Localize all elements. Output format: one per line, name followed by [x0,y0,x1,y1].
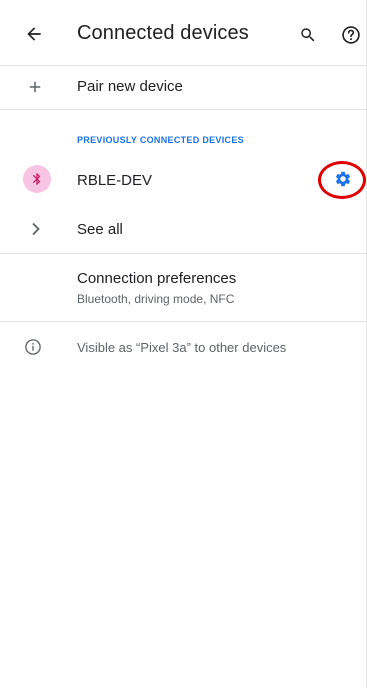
arrow-back-icon[interactable] [24,24,44,44]
info-icon [25,339,41,355]
connection-preferences-title: Connection preferences [77,270,237,287]
pair-new-device-label: Pair new device [77,78,183,95]
visibility-info-row: Visible as “Pixel 3a” to other devices [0,332,367,364]
page-title: Connected devices [77,22,249,44]
visibility-info-text: Visible as “Pixel 3a” to other devices [77,340,287,355]
previously-connected-header: PREVIOUSLY CONNECTED DEVICES [77,135,244,145]
see-all-row[interactable]: See all [0,208,367,254]
connected-devices-screen: Connected devices Pair new device PREVIO… [0,0,367,688]
see-all-label: See all [77,221,123,238]
gear-icon[interactable] [334,170,352,188]
device-name: RBLE-DEV [77,172,153,189]
device-settings-button[interactable] [318,161,366,199]
bluetooth-icon [32,173,41,185]
device-row-rble-dev[interactable]: RBLE-DEV [0,152,367,208]
search-icon[interactable] [299,26,317,44]
device-icon-badge [23,165,51,193]
plus-icon [29,81,41,93]
chevron-right-icon [32,222,40,236]
connection-preferences-summary: Bluetooth, driving mode, NFC [77,292,235,306]
app-bar: Connected devices [0,0,367,66]
connection-preferences-row[interactable]: Connection preferences Bluetooth, drivin… [0,255,367,322]
help-circle-icon[interactable] [341,25,361,45]
pair-new-device-row[interactable]: Pair new device [0,66,367,110]
